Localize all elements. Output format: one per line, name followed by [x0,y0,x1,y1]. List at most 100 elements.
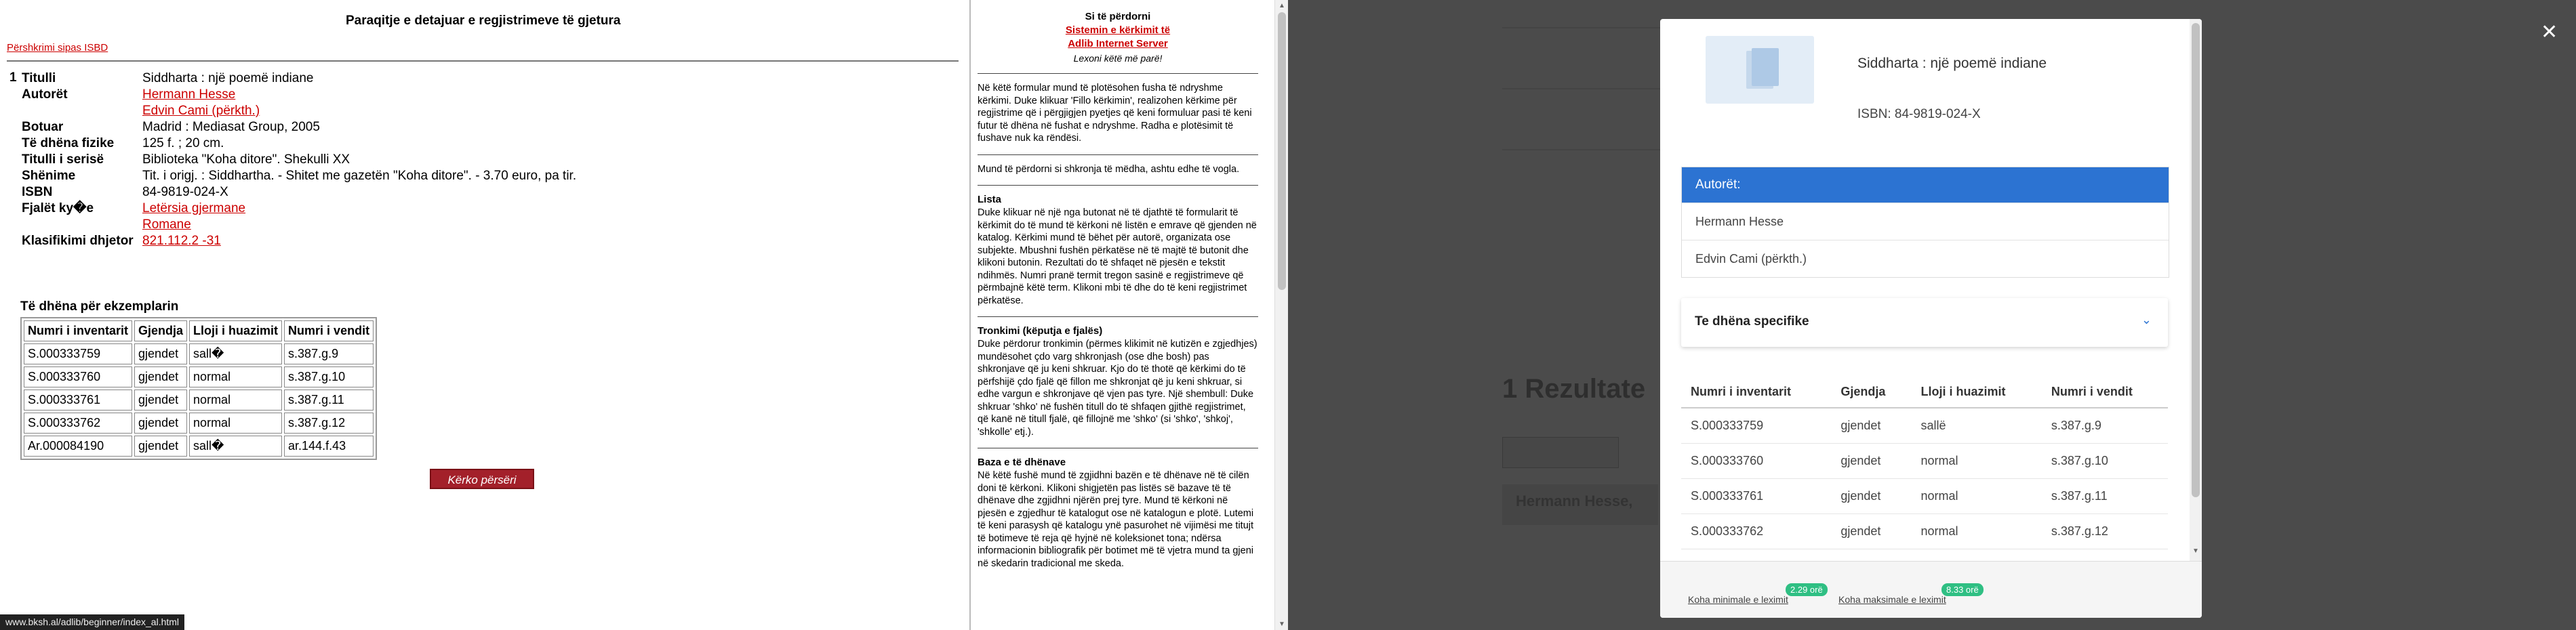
field-value: Siddharta : një poemë indiane [142,70,605,87]
table-cell: S.000333759 [24,343,133,364]
table-cell: S.000333762 [1681,513,1832,549]
record-field: Të dhëna fizike 125 f. ; 20 cm. [22,135,605,152]
help-subtitle: Lexoni këtë më parë! [1073,53,1163,64]
table-row: S.000333760 gjendet normal s.387.g.10 [24,366,374,387]
field-label: Të dhëna fizike [22,136,115,150]
help-pane: Si të përdorni Sistemin e kërkimit të Ad… [971,0,1274,630]
copies-table: Numri i inventarit Gjendja Lloji i huazimi… [20,317,378,460]
table-cell: S.000333761 [1681,478,1832,514]
table-cell: S.000333762 [24,413,133,434]
table-cell: S.000333759 [1681,408,1832,444]
column-header: Gjendja [1831,377,1912,408]
help-section-text: Duke përdorur tronkimin (përmes klikimit… [978,339,1257,438]
help-link-system[interactable]: Sistemin e kërkimit të [978,24,1258,36]
field-text: 125 f. ; 20 cm. [142,136,224,150]
scroll-down-icon[interactable]: ▼ [2192,547,2199,555]
field-label: Fjalët ky�e [22,201,94,215]
help-scrollbar[interactable]: ▲ ▼ [1274,0,1289,630]
help-separator [978,185,1258,186]
record-field: Titulli Siddharta : një poemë indiane [22,70,605,87]
table-cell: gjendet [134,366,188,387]
scroll-up-icon[interactable]: ▲ [1279,2,1285,9]
field-link[interactable]: Letërsia gjermane [142,201,605,217]
field-value: Hermann Hesse Edvin Cami (përkth.) [142,87,605,119]
table-cell: s.387.g.11 [2041,478,2168,514]
scroll-down-icon[interactable]: ▼ [1279,621,1285,628]
author-item[interactable]: Hermann Hesse [1682,203,2169,240]
table-cell: normal [1911,478,2042,514]
table-row: S.000333761 gjendet normal s.387.g.11 [24,390,374,411]
scroll-thumb[interactable] [1278,12,1286,290]
table-cell: s.387.g.11 [284,390,374,411]
record-field: Botuar Madrid : Mediasat Group, 2005 [22,119,605,135]
author-item[interactable]: Edvin Cami (përkth.) [1682,240,2169,277]
modal-copies-table: Numri i inventarit Gjendja Lloji i huazimi… [1681,377,2168,549]
authors-header: Autorët: [1682,167,2169,203]
isbd-link[interactable]: Përshkrimi sipas ISBD [7,42,108,54]
table-cell: gjendet [1831,408,1912,444]
field-label: Klasifikimi dhjetor [22,234,134,248]
results-title: 1 Rezultate [1502,374,1646,404]
close-icon[interactable]: ✕ [2541,20,2558,44]
column-header: Numri i inventarit [24,320,133,341]
field-label: Titulli i serisë [22,152,104,167]
field-link[interactable]: 821.112.2 -31 [142,233,605,249]
record-fields: Titulli Siddharta : një poemë indiane Auto… [22,70,605,249]
status-url: www.bksh.al/adlib/beginner/index_al.html [0,614,185,630]
help-section-title: Baza e të dhënave [978,457,1066,468]
max-reading-time-link[interactable]: Koha maksimale e leximit [1838,594,1946,605]
min-reading-time-badge: 2.29 orë [1786,583,1828,596]
max-reading-time-badge: 8.33 orë [1941,583,1984,596]
field-label: Titulli [22,71,56,85]
field-label: Autorët [22,87,68,102]
record-field: Titulli i serisë Biblioteka "Koha ditore"… [22,152,605,168]
table-cell: normal [189,390,283,411]
table-cell: gjendet [134,390,188,411]
field-value: Letërsia gjermane Romane [142,201,605,233]
page-title: Paraqitje e detajuar e regjistrimeve të … [346,14,621,28]
specific-data-accordion[interactable]: Te dhëna specifike ⌄ [1681,298,2168,347]
chevron-down-icon[interactable]: ⌄ [2141,313,2152,327]
authors-list: Autorët: Hermann Hesse Edvin Cami (përkt… [1681,167,2169,278]
help-section-title: Lista [978,194,1002,205]
table-cell: s.387.g.12 [2041,513,2168,549]
help-link-server[interactable]: Adlib Internet Server [978,38,1258,49]
scroll-thumb[interactable] [2192,23,2200,497]
table-cell: S.000333760 [24,366,133,387]
field-link[interactable]: Edvin Cami (përkth.) [142,103,605,119]
record-field: Autorët Hermann Hesse Edvin Cami (përkth.) [22,87,605,119]
field-value: Madrid : Mediasat Group, 2005 [142,119,605,135]
search-again-button[interactable]: Kërko përsëri [430,469,534,489]
table-cell: S.000333761 [24,390,133,411]
help-separator [978,154,1258,155]
field-text: Tit. i origj. : Siddhartha. - Shitet me … [142,169,577,183]
table-cell: gjendet [134,413,188,434]
min-reading-time-link[interactable]: Koha minimale e leximit [1688,594,1788,605]
table-cell: sall� [189,436,283,457]
field-link[interactable]: Hermann Hesse [142,87,605,103]
help-separator [978,73,1258,74]
table-cell: gjendet [1831,513,1912,549]
table-cell: sall� [189,343,283,364]
divider [7,60,959,62]
modal-footer: Koha minimale e leximit 2.29 orë Koha ma… [1660,561,2202,618]
modal-scrollbar[interactable]: ▼ [2190,19,2202,561]
book-cover-icon [1706,36,1814,104]
table-row: S.000333762 gjendet normal s.387.g.12 [24,413,374,434]
record-field: Fjalët ky�e Letërsia gjermane Romane [22,201,605,233]
record-field: Shënime Tit. i origj. : Siddhartha. - Shi… [22,168,605,184]
table-cell: normal [189,366,283,387]
table-cell: normal [1911,513,2042,549]
table-cell: Ar.000084190 [24,436,133,457]
field-label: ISBN [22,185,53,199]
table-cell: s.387.g.12 [284,413,374,434]
table-cell: gjendet [134,436,188,457]
field-link[interactable]: Romane [142,217,605,233]
help-intro: Në këtë formular mund të plotësohen fush… [978,83,1252,144]
table-cell: s.387.g.9 [2041,408,2168,444]
copies-title: Të dhëna për ekzemplarin [20,299,179,314]
field-value: Biblioteka "Koha ditore". Shekulli XX [142,152,605,168]
table-row: S.000333761 gjendet normal s.387.g.11 [1681,478,2168,514]
table-cell: S.000333760 [1681,443,1832,479]
table-row: S.000333760 gjendet normal s.387.g.10 [1681,443,2168,479]
